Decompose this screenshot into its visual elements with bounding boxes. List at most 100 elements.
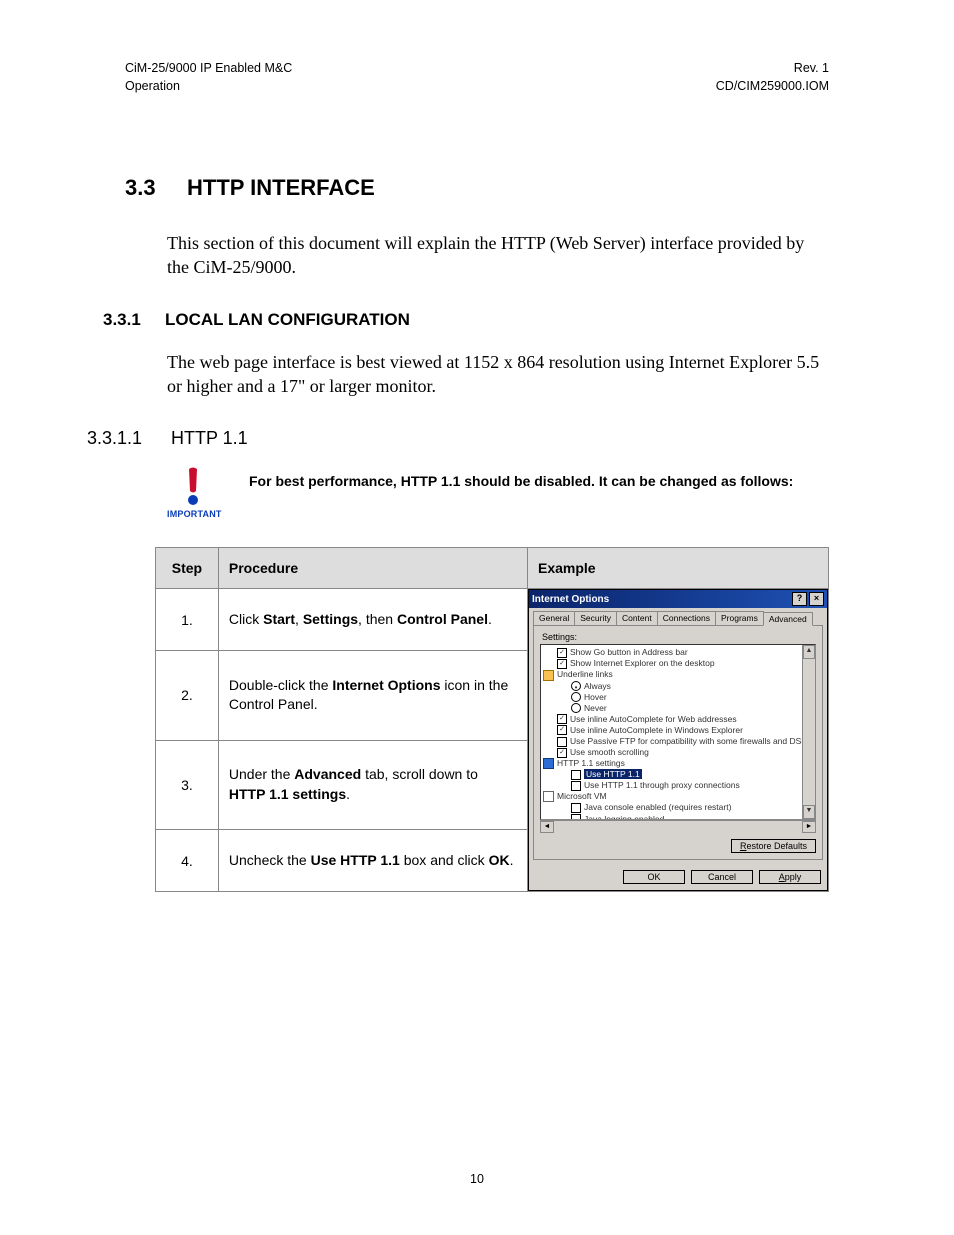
text: . (488, 611, 492, 627)
restore-defaults-button[interactable]: Restore Defaults (731, 839, 816, 853)
dialog-titlebar: Internet Options ? × (529, 590, 827, 608)
col-procedure: Procedure (218, 548, 527, 589)
step-4-num: 4. (156, 830, 219, 892)
scroll-left-icon[interactable]: ◄ (540, 821, 554, 833)
cancel-button[interactable]: Cancel (691, 870, 753, 884)
bold-text: Use HTTP 1.1 (311, 852, 400, 868)
header-left-1: CiM-25/9000 IP Enabled M&C (125, 60, 292, 78)
tree-item: Use inline AutoComplete for Web addresse… (570, 714, 737, 724)
bold-text: Advanced (294, 766, 361, 782)
important-callout: IMPORTANT For best performance, HTTP 1.1… (167, 467, 829, 519)
col-example: Example (528, 548, 829, 589)
tab-security[interactable]: Security (574, 611, 617, 625)
subsub-title-text: HTTP 1.1 (171, 428, 248, 449)
dialog-title: Internet Options (532, 594, 609, 605)
section-number: 3.3 (125, 175, 187, 201)
section-intro: This section of this document will expla… (167, 231, 829, 280)
scroll-up-icon[interactable]: ▲ (803, 645, 815, 659)
text: Uncheck the (229, 852, 311, 868)
tab-programs[interactable]: Programs (715, 611, 764, 625)
ok-button[interactable]: OK (623, 870, 685, 884)
bold-text: OK (489, 852, 510, 868)
group-icon (543, 758, 554, 769)
checkbox-icon[interactable] (557, 714, 567, 724)
header-right-2: CD/CIM259000.IOM (716, 78, 829, 96)
checkbox-icon[interactable] (557, 748, 567, 758)
settings-tree[interactable]: Show Go button in Address bar Show Inter… (540, 644, 816, 820)
step-1-num: 1. (156, 589, 219, 651)
subsection-body: The web page interface is best viewed at… (167, 350, 829, 399)
horizontal-scrollbar[interactable]: ◄► (540, 820, 816, 833)
important-icon (167, 467, 219, 507)
header-right-1: Rev. 1 (716, 60, 829, 78)
checkbox-icon[interactable] (571, 803, 581, 813)
tree-item: Always (584, 681, 611, 691)
step-2-proc: Double-click the Internet Options icon i… (218, 651, 527, 740)
page-header: CiM-25/9000 IP Enabled M&C Operation Rev… (125, 60, 829, 95)
apply-button[interactable]: Apply (759, 870, 821, 884)
tree-item: Show Internet Explorer on the desktop (570, 658, 715, 668)
tab-advanced[interactable]: Advanced (763, 612, 813, 626)
subsub-number: 3.3.1.1 (87, 428, 171, 449)
checkbox-icon[interactable] (557, 648, 567, 658)
dialog-tabs: General Security Content Connections Pro… (529, 608, 827, 625)
radio-icon[interactable] (571, 703, 581, 713)
tab-content[interactable]: Content (616, 611, 658, 625)
text: , (295, 611, 303, 627)
tree-item: Java logging enabled (584, 814, 664, 821)
tree-item-selected: Use HTTP 1.1 (584, 769, 642, 779)
tab-general[interactable]: General (533, 611, 575, 625)
group-icon (543, 670, 554, 681)
example-screenshot: Internet Options ? × General Security Co… (528, 589, 829, 892)
page-number: 10 (125, 1172, 829, 1186)
radio-icon[interactable] (571, 681, 581, 691)
tree-item: Use smooth scrolling (570, 747, 649, 757)
table-header-row: Step Procedure Example (156, 548, 829, 589)
tree-item: Show Go button in Address bar (570, 647, 688, 657)
step-4-proc: Uncheck the Use HTTP 1.1 box and click O… (218, 830, 527, 892)
subsub-3-3-1-1-title: 3.3.1.1 HTTP 1.1 (125, 428, 829, 449)
checkbox-icon[interactable] (571, 781, 581, 791)
help-button[interactable]: ? (792, 592, 807, 606)
checkbox-icon[interactable] (557, 659, 567, 669)
text: Double-click the (229, 677, 333, 693)
tab-connections[interactable]: Connections (657, 611, 716, 625)
tree-group: Microsoft VM (557, 791, 607, 801)
col-step: Step (156, 548, 219, 589)
text: . (346, 786, 350, 802)
group-icon (543, 791, 554, 802)
header-left-2: Operation (125, 78, 292, 96)
text: tab, scroll down to (361, 766, 478, 782)
table-row: 1. Click Start, Settings, then Control P… (156, 589, 829, 651)
close-button[interactable]: × (809, 592, 824, 606)
scroll-down-icon[interactable]: ▼ (803, 805, 815, 819)
checkbox-icon[interactable] (557, 725, 567, 735)
text: Click (229, 611, 263, 627)
vertical-scrollbar[interactable]: ▲▼ (802, 645, 815, 819)
step-3-proc: Under the Advanced tab, scroll down to H… (218, 740, 527, 829)
bold-text: Internet Options (332, 677, 440, 693)
step-2-num: 2. (156, 651, 219, 740)
radio-icon[interactable] (571, 692, 581, 702)
subsection-number: 3.3.1 (103, 310, 165, 330)
step-3-num: 3. (156, 740, 219, 829)
tree-item: Hover (584, 692, 607, 702)
section-title-text: HTTP INTERFACE (187, 175, 375, 201)
tree-item: Use HTTP 1.1 through proxy connections (584, 780, 740, 790)
checkbox-icon[interactable] (557, 737, 567, 747)
tree-item: Never (584, 703, 607, 713)
text: . (510, 852, 514, 868)
scroll-right-icon[interactable]: ► (802, 821, 816, 833)
checkbox-icon[interactable] (571, 770, 581, 780)
checkbox-icon[interactable] (571, 814, 581, 820)
bold-text: HTTP 1.1 settings (229, 786, 346, 802)
internet-options-dialog: Internet Options ? × General Security Co… (528, 589, 828, 891)
text: , then (358, 611, 397, 627)
tree-group: HTTP 1.1 settings (557, 758, 625, 768)
procedure-table: Step Procedure Example 1. Click Start, S… (155, 547, 829, 892)
tree-group: Underline links (557, 669, 613, 679)
subsection-title-text: LOCAL LAN CONFIGURATION (165, 310, 410, 330)
tree-item: Java console enabled (requires restart) (584, 802, 731, 812)
bold-text: Settings (303, 611, 358, 627)
bold-text: Control Panel (397, 611, 488, 627)
